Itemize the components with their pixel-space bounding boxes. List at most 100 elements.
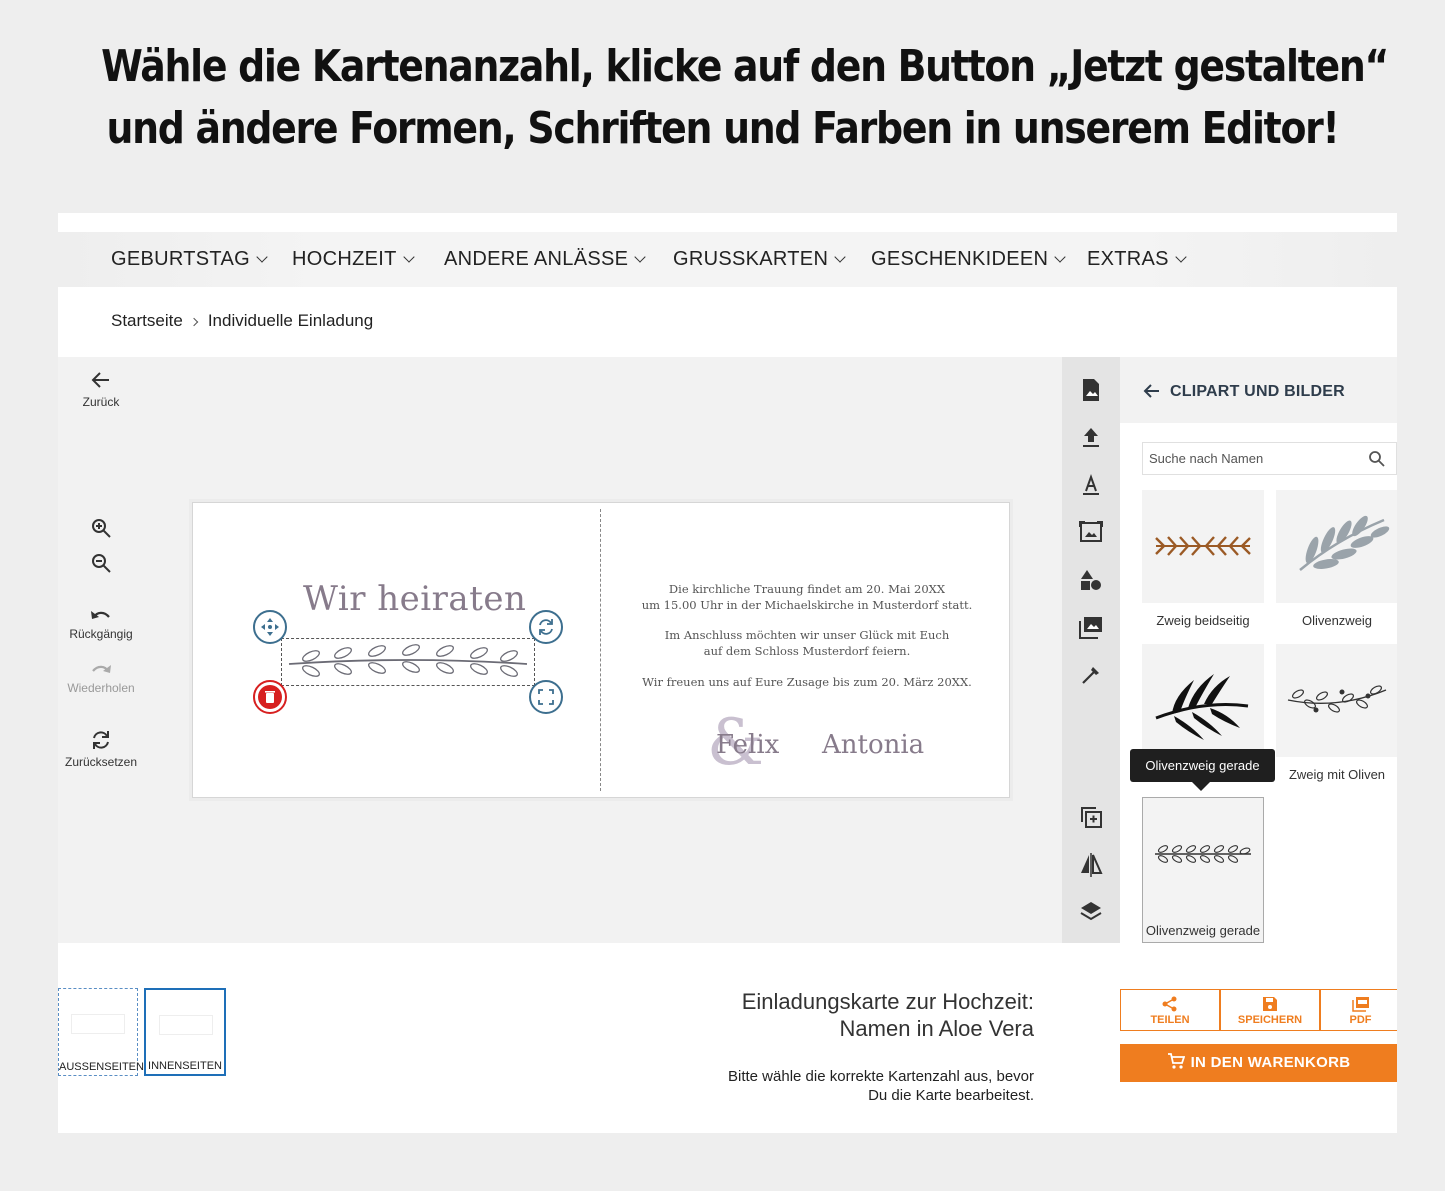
nav-label: GEBURTSTAG xyxy=(111,248,250,270)
olive-branch-grey-image xyxy=(1299,515,1390,571)
fold-line xyxy=(600,509,601,791)
tooltip: Olivenzweig gerade xyxy=(1130,749,1275,791)
layers-icon[interactable] xyxy=(1078,899,1104,925)
rotate-handle[interactable] xyxy=(529,610,563,644)
card-canvas[interactable]: Wir heiraten Die kirchliche Trauung find… xyxy=(192,502,1010,798)
redo-button[interactable]: Wiederholen xyxy=(58,661,144,695)
text-line: auf dem Schloss Musterdorf feiern. xyxy=(703,644,911,658)
add-to-cart-button[interactable]: IN DEN WARENKORB xyxy=(1120,1044,1397,1082)
text-icon[interactable] xyxy=(1078,472,1104,498)
editor-screenshot: GEBURTSTAG HOCHZEIT ANDERE ANLÄSSE GRUSS… xyxy=(58,213,1397,1133)
page-preview xyxy=(72,1015,124,1033)
thumb-label: AUSSENSEITEN xyxy=(59,1061,144,1073)
move-icon xyxy=(261,618,279,636)
headline-line-1: Wähle die Kartenanzahl, klicke auf den B… xyxy=(101,41,1389,92)
nav-label: GESCHENKIDEEN xyxy=(871,248,1049,270)
headline: Wähle die Kartenanzahl, klicke auf den B… xyxy=(101,36,1389,160)
straight-olive-branch-image xyxy=(1155,845,1251,863)
text-line: Die kirchliche Trauung findet am 20. Mai… xyxy=(668,582,946,596)
undo-label: Rückgängig xyxy=(69,627,133,641)
zoom-out-button[interactable] xyxy=(58,552,144,578)
clipart-tile-olivenzweig[interactable] xyxy=(1276,490,1397,603)
reset-label: Zurücksetzen xyxy=(64,755,138,769)
nav-label: ANDERE ANLÄSSE xyxy=(444,248,629,270)
nav-label: GRUSSKARTEN xyxy=(673,248,829,270)
product-title-line: Namen in Aloe Vera xyxy=(839,1016,1034,1041)
save-button[interactable]: SPEICHERN xyxy=(1220,989,1320,1031)
back-label: Zurück xyxy=(82,395,120,409)
selection-box xyxy=(281,638,535,686)
product-title-line: Einladungskarte zur Hochzeit: xyxy=(741,989,1034,1014)
text-line: Im Anschluss möchten wir unser Glück mit… xyxy=(664,628,950,642)
reset-icon xyxy=(93,731,109,749)
clipart-tile-zweig-beidseitig[interactable] xyxy=(1142,490,1264,603)
invitation-paragraph-2[interactable]: Im Anschluss möchten wir unser Glück mit… xyxy=(625,627,989,659)
product-title: Einladungskarte zur Hochzeit: Namen in A… xyxy=(742,988,1034,1042)
tile-label: Zweig mit Oliven xyxy=(1288,767,1386,782)
clipart-tile-palm-leaf[interactable] xyxy=(1142,644,1264,757)
panel-title: CLIPART UND BILDER xyxy=(1170,383,1345,400)
nav-andere-anlaesse[interactable]: ANDERE ANLÄSSE xyxy=(444,248,646,271)
eyedropper-icon[interactable] xyxy=(1078,662,1104,688)
chevron-down-icon xyxy=(402,251,415,263)
couple-names[interactable]: & Felix Antonia xyxy=(625,706,989,780)
back-button[interactable]: Zurück xyxy=(58,369,144,409)
arrow-left-icon[interactable] xyxy=(1142,381,1162,401)
floppy-disk-icon xyxy=(1263,997,1277,1011)
delete-handle[interactable] xyxy=(253,680,287,714)
pdf-icon xyxy=(1351,997,1369,1012)
arrow-left-icon xyxy=(91,372,109,388)
palm-leaf-image xyxy=(1155,674,1249,740)
duplicate-icon[interactable] xyxy=(1078,804,1104,830)
thumb-label: INNENSEITEN xyxy=(148,1060,222,1072)
name-2: Antonia xyxy=(822,730,925,760)
invitation-paragraph-3[interactable]: Wir freuen uns auf Eure Zusage bis zum 2… xyxy=(625,674,989,690)
undo-button[interactable]: Rückgängig xyxy=(58,607,144,641)
chevron-down-icon xyxy=(1175,251,1187,263)
search-icon[interactable] xyxy=(1368,450,1386,468)
shopping-cart-icon xyxy=(1167,1053,1185,1069)
clipart-tile-olivenzweig-gerade[interactable]: Olivenzweig gerade xyxy=(1142,797,1264,943)
thumb-innenseiten[interactable]: INNENSEITEN xyxy=(144,988,226,1076)
nav-label: EXTRAS xyxy=(1087,248,1169,270)
headline-line-2: und ändere Formen, Schriften und Farben … xyxy=(106,103,1339,154)
left-toolbar: Zurück Rückgängig Wiederholen Zurücksetz… xyxy=(58,357,144,943)
pdf-button[interactable]: PDF xyxy=(1320,989,1397,1031)
rotate-icon xyxy=(539,619,553,635)
nav-geburtstag[interactable]: GEBURTSTAG xyxy=(111,248,268,271)
tile-label: Olivenzweig xyxy=(1301,613,1373,628)
thumb-aussenseiten[interactable]: AUSSENSEITEN xyxy=(58,988,144,1076)
reset-button[interactable]: Zurücksetzen xyxy=(58,729,144,769)
move-handle[interactable] xyxy=(253,610,287,644)
expand-icon xyxy=(538,689,554,705)
flip-icon[interactable] xyxy=(1078,852,1104,878)
image-file-icon[interactable] xyxy=(1078,377,1104,403)
zoom-in-button[interactable] xyxy=(58,517,144,543)
search-input[interactable] xyxy=(1143,443,1363,474)
share-button[interactable]: TEILEN xyxy=(1120,989,1220,1031)
text-line: um 15.00 Uhr in der Michaelskirche in Mu… xyxy=(641,598,973,612)
bottom-bar: AUSSENSEITEN INNENSEITEN Einladungskarte… xyxy=(58,943,1397,1133)
tile-label: Zweig beidseitig xyxy=(1156,613,1250,628)
nav-geschenkideen[interactable]: GESCHENKIDEEN xyxy=(871,248,1066,271)
image-frame-icon[interactable] xyxy=(1078,519,1104,545)
clipart-tile-zweig-mit-oliven[interactable] xyxy=(1276,644,1397,757)
panel-header: CLIPART UND BILDER xyxy=(1120,357,1397,423)
gallery-icon[interactable] xyxy=(1078,614,1104,640)
shapes-icon[interactable] xyxy=(1078,567,1104,593)
breadcrumb-home[interactable]: Startseite xyxy=(111,311,183,330)
zoom-out-icon xyxy=(92,554,111,573)
chevron-down-icon xyxy=(1054,251,1066,263)
nav-grusskarten[interactable]: GRUSSKARTEN xyxy=(673,248,846,271)
resize-handle[interactable] xyxy=(529,680,563,714)
branch-both-sides-image xyxy=(1155,536,1251,556)
invitation-paragraph-1[interactable]: Die kirchliche Trauung findet am 20. Mai… xyxy=(625,581,989,613)
nav-hochzeit[interactable]: HOCHZEIT xyxy=(292,248,415,271)
card-front-title[interactable]: Wir heiraten xyxy=(303,579,526,619)
nav-extras[interactable]: EXTRAS xyxy=(1087,248,1187,271)
text-line: Wir freuen uns auf Eure Zusage bis zum 2… xyxy=(642,675,972,689)
chevron-right-icon xyxy=(189,317,199,327)
upload-icon[interactable] xyxy=(1078,424,1104,450)
trash-icon xyxy=(258,685,282,709)
page-preview xyxy=(160,1016,212,1034)
